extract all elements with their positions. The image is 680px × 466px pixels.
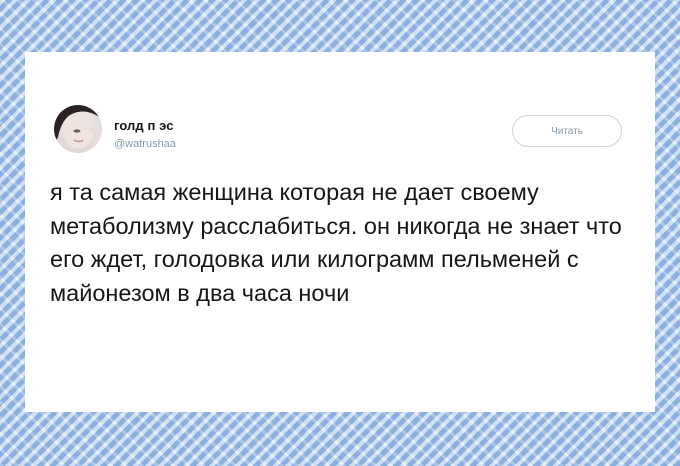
follow-button[interactable]: Читать (512, 115, 622, 147)
user-photo-icon (54, 105, 102, 153)
tweet-card: голд п эс @watrushaa Читать я та самая ж… (25, 52, 655, 412)
avatar[interactable] (54, 105, 102, 153)
tweet-text: я та самая женщина которая не дает своем… (50, 179, 622, 306)
user-handle[interactable]: @watrushaa (114, 138, 176, 150)
display-name[interactable]: голд п эс (114, 118, 174, 133)
